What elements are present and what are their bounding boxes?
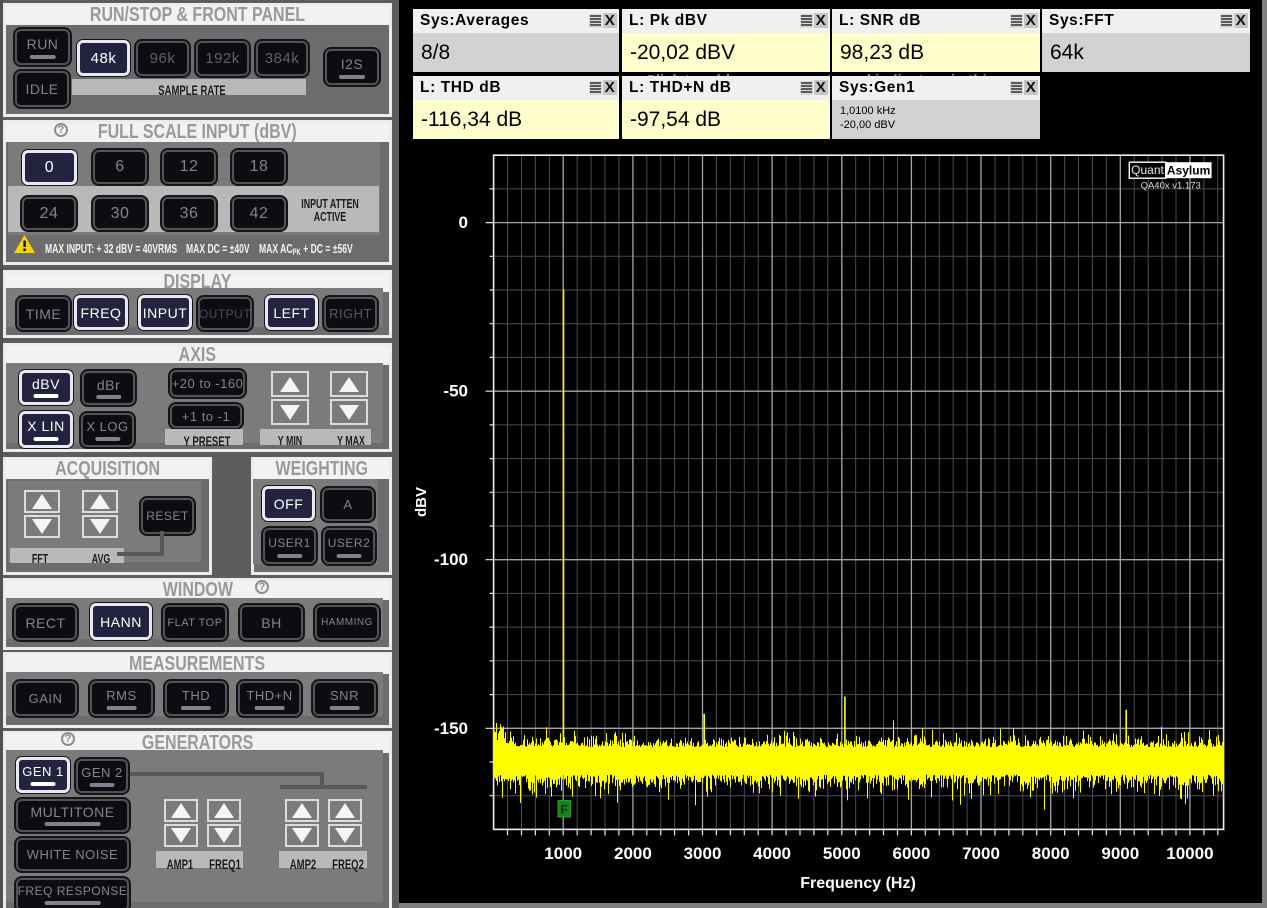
svg-text:dBV: dBV bbox=[413, 487, 430, 517]
svg-text:QA40x v1.173: QA40x v1.173 bbox=[1141, 181, 1201, 192]
svg-text:4000: 4000 bbox=[753, 844, 791, 863]
svg-text:-100: -100 bbox=[434, 550, 468, 569]
svg-text:-50: -50 bbox=[443, 382, 468, 401]
svg-text:9000: 9000 bbox=[1101, 844, 1139, 863]
svg-text:F: F bbox=[561, 803, 568, 817]
svg-text:-150: -150 bbox=[434, 719, 468, 738]
svg-text:10000: 10000 bbox=[1166, 844, 1213, 863]
svg-text:5000: 5000 bbox=[823, 844, 861, 863]
svg-text:3000: 3000 bbox=[684, 844, 722, 863]
svg-text:8000: 8000 bbox=[1032, 844, 1070, 863]
svg-text:0: 0 bbox=[459, 213, 468, 232]
svg-text:2000: 2000 bbox=[614, 844, 652, 863]
svg-text:7000: 7000 bbox=[962, 844, 1000, 863]
svg-text:Quant: Quant bbox=[1131, 163, 1164, 177]
svg-text:1000: 1000 bbox=[544, 844, 582, 863]
svg-text:Asylum: Asylum bbox=[1167, 163, 1210, 177]
svg-text:Frequency (Hz): Frequency (Hz) bbox=[800, 875, 916, 892]
svg-text:6000: 6000 bbox=[892, 844, 930, 863]
